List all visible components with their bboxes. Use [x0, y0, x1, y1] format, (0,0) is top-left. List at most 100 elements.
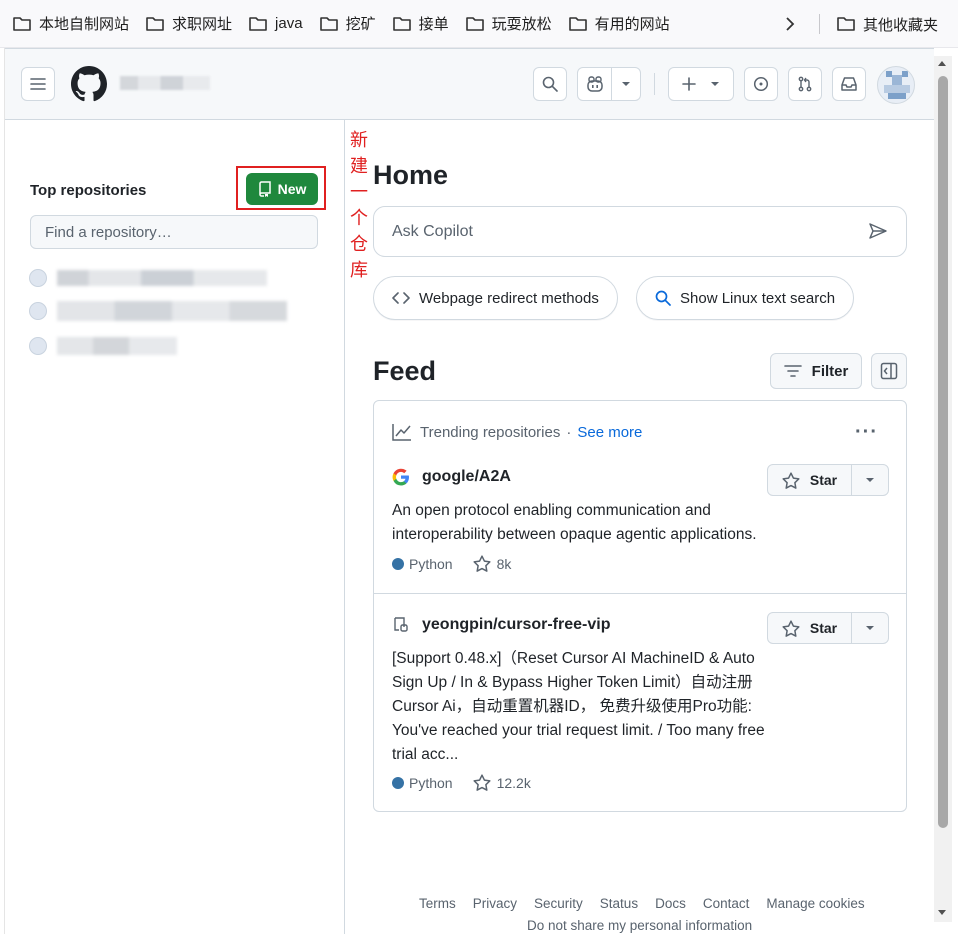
- footer-link-security[interactable]: Security: [534, 896, 583, 911]
- feed-divider: [374, 593, 906, 594]
- language-color-dot: [392, 776, 404, 789]
- footer-link-terms[interactable]: Terms: [419, 896, 456, 911]
- header-divider: [654, 73, 655, 95]
- see-more-link[interactable]: See more: [577, 424, 642, 441]
- star-button[interactable]: Star: [768, 613, 852, 643]
- star-list-dropdown[interactable]: [852, 613, 888, 643]
- bookmark-label: java: [275, 15, 303, 32]
- repo-stars[interactable]: 12.2k: [473, 774, 531, 791]
- triangle-down-icon: [866, 626, 874, 630]
- repo-icon: [258, 181, 271, 197]
- sidebar-repo-item[interactable]: [29, 300, 287, 322]
- repo-description: An open protocol enabling communication …: [392, 502, 757, 543]
- repo-owner-avatar: [29, 302, 47, 320]
- bookmark-label: 玩耍放松: [491, 16, 552, 33]
- github-header: [5, 48, 934, 120]
- star-icon: [473, 555, 491, 572]
- kebab-menu-icon[interactable]: ···: [855, 421, 878, 444]
- user-avatar[interactable]: [877, 66, 915, 104]
- footer-link-privacy[interactable]: Privacy: [473, 896, 517, 911]
- create-new-button[interactable]: [668, 67, 734, 101]
- repo-description: [Support 0.48.x]（Reset Cursor AI Machine…: [392, 650, 765, 763]
- git-pull-request-icon: [798, 76, 812, 92]
- bookmarks-overflow-chevron-icon[interactable]: [778, 12, 802, 36]
- repo-title-link[interactable]: yeongpin/cursor-free-vip: [392, 616, 610, 634]
- feed-filter-button[interactable]: Filter: [770, 353, 862, 389]
- blurred-repo-name: [57, 270, 267, 286]
- star-list-dropdown[interactable]: [852, 465, 888, 495]
- folder-icon: [146, 16, 164, 31]
- inbox-button[interactable]: [832, 67, 866, 101]
- bookmark-folder-1[interactable]: 本地自制网站: [4, 9, 137, 39]
- suggestion-chip-linux-search[interactable]: Show Linux text search: [636, 276, 855, 320]
- open-menu-button[interactable]: [21, 67, 55, 101]
- find-repository-input[interactable]: Find a repository…: [30, 215, 318, 249]
- github-octocat-icon[interactable]: [71, 66, 107, 107]
- blurred-repo-name: [57, 337, 177, 355]
- scroll-up-arrow-icon[interactable]: [936, 58, 948, 70]
- feed-title: Feed: [373, 356, 437, 386]
- star-button-label: Star: [809, 620, 838, 636]
- bookmark-folder-5[interactable]: 接单: [384, 9, 457, 39]
- bookmark-folder-2[interactable]: 求职网址: [137, 9, 240, 39]
- trending-label: Trending repositories: [420, 423, 561, 441]
- bookmarks-divider: [819, 14, 820, 34]
- send-icon[interactable]: [868, 221, 888, 241]
- triangle-down-icon: [866, 478, 874, 482]
- triangle-down-icon: [711, 82, 719, 86]
- footer-link-status[interactable]: Status: [600, 896, 638, 911]
- copilot-dropdown[interactable]: [612, 68, 640, 100]
- folder-icon: [319, 16, 338, 31]
- new-button-label: New: [277, 181, 307, 197]
- copilot-icon: [586, 76, 603, 92]
- other-bookmarks-folder[interactable]: 其他收藏夹: [828, 9, 946, 39]
- home-title: Home: [373, 160, 449, 190]
- inbox-icon: [841, 77, 857, 91]
- footer-link-contact[interactable]: Contact: [703, 896, 750, 911]
- copilot-button[interactable]: [577, 67, 641, 101]
- star-button-group: Star: [767, 612, 889, 644]
- trending-separator: ·: [566, 423, 572, 441]
- repo-name: google/A2A: [422, 468, 511, 485]
- repo-stars[interactable]: 8k: [473, 555, 512, 572]
- sidebar-collapse-icon: [880, 362, 898, 380]
- issues-button[interactable]: [744, 67, 778, 101]
- issue-opened-icon: [753, 76, 769, 92]
- suggestion-chip-redirect[interactable]: Webpage redirect methods: [373, 276, 618, 320]
- bookmark-label: 挖矿: [345, 16, 376, 33]
- scroll-down-arrow-icon[interactable]: [936, 906, 948, 918]
- top-repositories-heading: Top repositories: [30, 182, 147, 199]
- search-button[interactable]: [533, 67, 567, 101]
- toggle-sidebar-panel-button[interactable]: [871, 353, 907, 389]
- plus-icon: [682, 77, 696, 91]
- footer-link-manage-cookies[interactable]: Manage cookies: [766, 896, 864, 911]
- star-icon: [782, 471, 800, 489]
- footer-link-do-not-share[interactable]: Do not share my personal information: [527, 918, 752, 933]
- blurred-username: [120, 76, 210, 90]
- repo-title-link[interactable]: google/A2A: [392, 468, 511, 486]
- pull-requests-button[interactable]: [788, 67, 822, 101]
- footer-link-docs[interactable]: Docs: [655, 896, 686, 911]
- bookmark-label: 本地自制网站: [39, 16, 130, 33]
- repo-language: Python: [409, 774, 453, 791]
- star-button[interactable]: Star: [768, 465, 852, 495]
- sidebar-repo-item[interactable]: [29, 267, 267, 289]
- ask-copilot-input[interactable]: Ask Copilot: [373, 206, 907, 257]
- repo-meta: Python 8k: [392, 555, 511, 572]
- ask-copilot-placeholder: Ask Copilot: [392, 222, 473, 240]
- scrollbar-thumb[interactable]: [938, 76, 948, 828]
- bookmark-folder-7[interactable]: 有用的网站: [560, 9, 678, 39]
- repo-owner-avatar: [29, 337, 47, 355]
- bookmark-folder-3[interactable]: java: [240, 9, 311, 39]
- folder-icon: [465, 16, 484, 31]
- graph-icon: [392, 424, 411, 441]
- bookmark-label: 求职网址: [172, 16, 233, 33]
- google-logo-icon: [392, 468, 409, 486]
- repo-icon: [394, 617, 408, 632]
- code-icon: [392, 292, 410, 304]
- bookmark-folder-6[interactable]: 玩耍放松: [457, 9, 560, 39]
- bookmark-folder-4[interactable]: 挖矿: [311, 9, 384, 39]
- repo-star-count: 8k: [496, 555, 512, 572]
- new-repository-button[interactable]: New: [246, 173, 318, 205]
- sidebar-repo-item[interactable]: [29, 335, 177, 357]
